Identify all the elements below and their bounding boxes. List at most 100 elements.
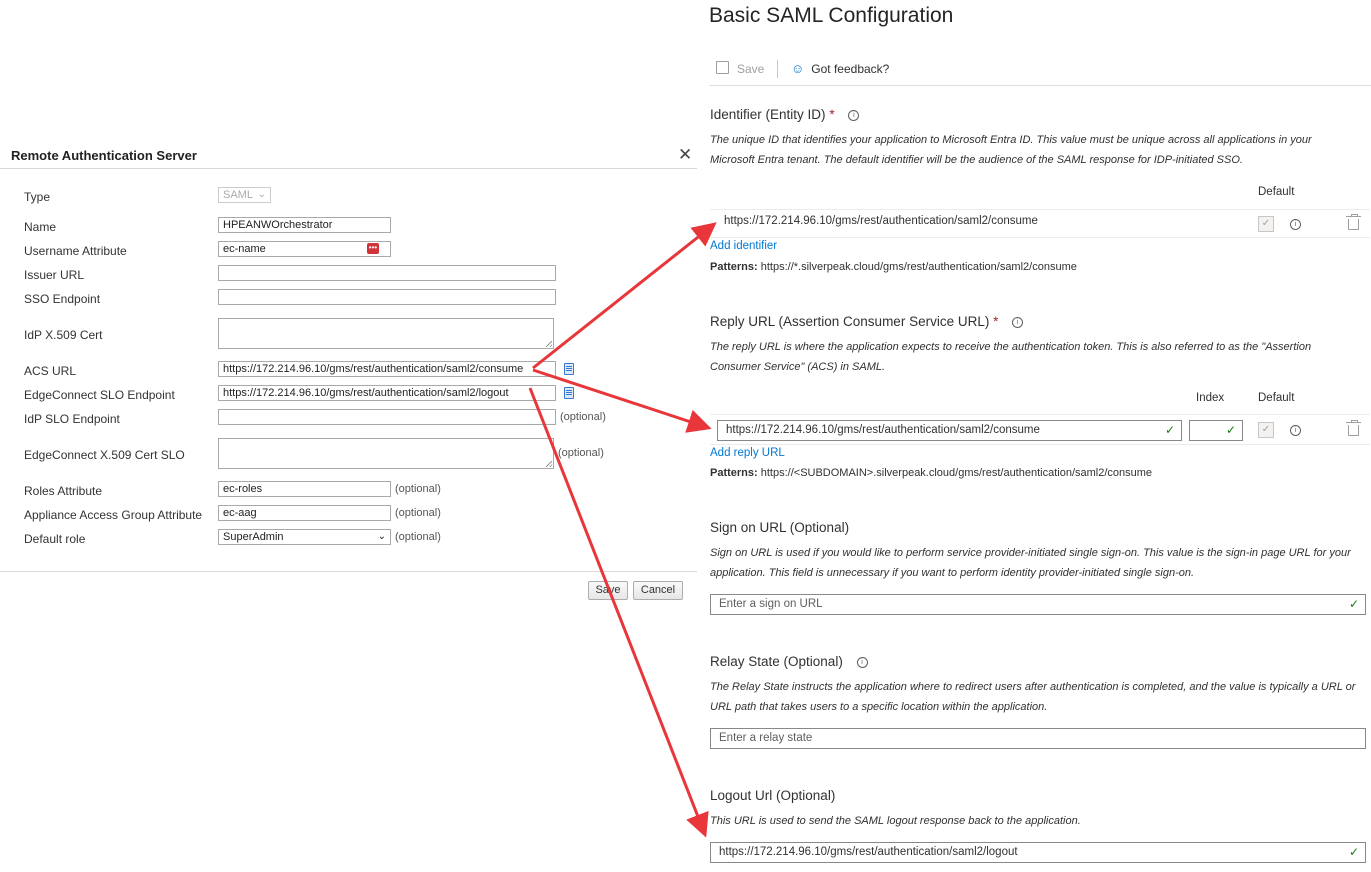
roles-attribute-input[interactable]: ec-roles <box>218 481 391 497</box>
username-attribute-input[interactable]: ec-name <box>218 241 391 257</box>
cancel-button[interactable]: Cancel <box>633 581 683 600</box>
default-column-header: Default <box>1258 186 1295 198</box>
save-icon <box>716 61 729 74</box>
toolbar-separator <box>777 60 778 78</box>
info-icon[interactable]: i <box>856 656 868 668</box>
username-attribute-label: Username Attribute <box>24 244 127 258</box>
page-title: Basic SAML Configuration <box>709 4 954 27</box>
sso-endpoint-input[interactable] <box>218 289 556 305</box>
index-column-header: Index <box>1196 392 1225 404</box>
optional-note: (optional) <box>395 507 441 519</box>
issuer-url-input[interactable] <box>218 265 556 281</box>
type-label: Type <box>24 190 51 204</box>
optional-note: (optional) <box>560 411 606 423</box>
delete-icon[interactable] <box>1346 420 1361 436</box>
idp-slo-endpoint-input[interactable] <box>218 409 556 425</box>
valid-check-icon: ✓ <box>1165 423 1176 437</box>
logout-url-input[interactable]: https://172.214.96.10/gms/rest/authentic… <box>710 842 1366 863</box>
name-input[interactable]: HPEANWOrchestrator <box>218 217 391 233</box>
valid-check-icon: ✓ <box>1349 597 1360 611</box>
default-role-select[interactable]: SuperAdmin ⌄ <box>218 529 391 545</box>
chevron-down-icon: ⌄ <box>257 189 266 200</box>
info-icon[interactable]: i <box>848 109 860 121</box>
reply-default-checkbox[interactable]: ✓ <box>1258 422 1274 438</box>
reply-url-title: Reply URL (Assertion Consumer Service UR… <box>710 314 990 329</box>
valid-check-icon: ✓ <box>1226 423 1237 437</box>
ec-cert-slo-label: EdgeConnect X.509 Cert SLO <box>24 448 185 462</box>
toolbar-divider <box>709 85 1371 86</box>
arrow-to-logout-url <box>528 387 709 838</box>
logout-url-title: Logout Url (Optional) <box>710 788 836 803</box>
toolbar-save-label: Save <box>737 62 765 76</box>
default-role-label: Default role <box>24 532 86 546</box>
dialog-title: Remote Authentication Server <box>11 148 197 163</box>
default-column-header: Default <box>1258 392 1295 404</box>
identifier-default-checkbox[interactable]: ✓ <box>1258 216 1274 232</box>
row-divider <box>710 237 1370 238</box>
toolbar-save-button[interactable]: Save <box>716 61 764 77</box>
logout-url-description: This URL is used to send the SAML logout… <box>710 815 1081 827</box>
required-marker: * <box>993 314 999 329</box>
feedback-icon: ☺ <box>791 61 805 76</box>
copy-icon[interactable] <box>564 363 574 375</box>
ec-cert-slo-textarea[interactable] <box>218 438 554 469</box>
row-divider <box>710 444 1370 445</box>
chevron-down-icon: ⌄ <box>377 531 386 542</box>
sign-on-url-description: Sign on URL is used if you would like to… <box>710 547 1351 579</box>
type-select-value: SAML <box>223 189 253 201</box>
patterns-value: https://<SUBDOMAIN>.silverpeak.cloud/gms… <box>760 467 1153 479</box>
identifier-patterns: Patterns: https://*.silverpeak.cloud/gms… <box>710 261 1077 273</box>
feedback-label: Got feedback? <box>811 62 890 76</box>
identifier-value[interactable]: https://172.214.96.10/gms/rest/authentic… <box>724 215 1038 227</box>
relay-state-input[interactable]: Enter a relay state <box>710 728 1366 749</box>
roles-attribute-label: Roles Attribute <box>24 484 103 498</box>
required-marker: * <box>829 107 835 122</box>
add-reply-url-link[interactable]: Add reply URL <box>710 447 785 459</box>
arrow-to-identifier <box>532 222 717 370</box>
info-icon[interactable]: i <box>1012 316 1024 328</box>
reply-url-patterns: Patterns: https://<SUBDOMAIN>.silverpeak… <box>710 467 1152 479</box>
type-select[interactable]: SAML ⌄ <box>218 187 271 203</box>
reply-url-section-title: Reply URL (Assertion Consumer Service UR… <box>710 313 1024 331</box>
idp-slo-endpoint-label: IdP SLO Endpoint <box>24 412 120 426</box>
relay-state-section-title: Relay State (Optional) i <box>710 653 868 671</box>
identifier-description: The unique ID that identifies your appli… <box>710 134 1312 166</box>
dialog-footer-divider <box>0 571 697 572</box>
optional-note: (optional) <box>395 531 441 543</box>
identifier-section-title: Identifier (Entity ID) * i <box>710 106 860 124</box>
delete-icon[interactable] <box>1346 214 1361 230</box>
patterns-value: https://*.silverpeak.cloud/gms/rest/auth… <box>760 261 1077 273</box>
identifier-title: Identifier (Entity ID) <box>710 107 826 122</box>
close-icon[interactable]: ✕ <box>678 145 692 165</box>
row-divider <box>710 414 1370 415</box>
ec-slo-endpoint-input[interactable]: https://172.214.96.10/gms/rest/authentic… <box>218 385 556 401</box>
relay-state-description: The Relay State instructs the applicatio… <box>710 681 1356 713</box>
idp-cert-textarea[interactable] <box>218 318 554 349</box>
reply-url-input[interactable]: https://172.214.96.10/gms/rest/authentic… <box>717 420 1182 441</box>
dialog-header-divider <box>0 168 697 169</box>
optional-note: (optional) <box>558 447 604 459</box>
autofill-icon[interactable]: ••• <box>367 243 379 254</box>
name-label: Name <box>24 220 57 234</box>
patterns-label: Patterns: <box>710 261 758 273</box>
acs-url-input[interactable]: https://172.214.96.10/gms/rest/authentic… <box>218 361 556 377</box>
info-icon[interactable]: i <box>1290 219 1301 230</box>
relay-state-title: Relay State (Optional) <box>710 654 843 669</box>
appliance-group-attribute-input[interactable]: ec-aag <box>218 505 391 521</box>
row-divider <box>710 209 1370 210</box>
feedback-button[interactable]: ☺ Got feedback? <box>791 61 889 77</box>
arrow-to-reply-url <box>532 368 712 433</box>
save-button[interactable]: Save <box>588 581 628 600</box>
default-role-value: SuperAdmin <box>223 531 284 543</box>
sso-endpoint-label: SSO Endpoint <box>24 292 101 306</box>
sign-on-url-input[interactable]: Enter a sign on URL <box>710 594 1366 615</box>
sign-on-url-title: Sign on URL (Optional) <box>710 520 850 535</box>
reply-url-description: The reply URL is where the application e… <box>710 341 1312 373</box>
acs-url-label: ACS URL <box>24 364 77 378</box>
copy-icon[interactable] <box>564 387 574 399</box>
info-icon[interactable]: i <box>1290 425 1301 436</box>
add-identifier-link[interactable]: Add identifier <box>710 240 777 252</box>
optional-note: (optional) <box>395 483 441 495</box>
appliance-group-attribute-label: Appliance Access Group Attribute <box>24 508 203 522</box>
patterns-label: Patterns: <box>710 467 758 479</box>
